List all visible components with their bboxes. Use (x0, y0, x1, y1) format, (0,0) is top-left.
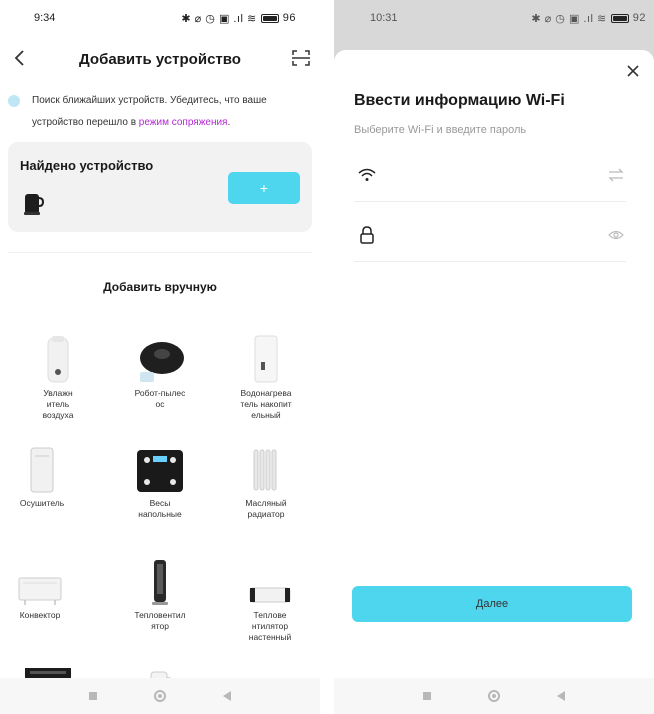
device-label: Весы напольные (138, 498, 182, 519)
found-device-title: Найдено устройство (20, 158, 154, 173)
status-icons: ✱ ⌀ ◷ ▣ .ıl ≋ 92 (531, 12, 646, 25)
device-tile-dehumidifier[interactable]: Осушитель (0, 442, 90, 509)
wifi-icon (358, 168, 376, 181)
convector-icon (18, 577, 62, 605)
status-bar: 9:34 ✱ ⌀ ◷ ▣ .ıl ≋ 96 (0, 0, 320, 36)
scale-icon (137, 450, 183, 492)
pairing-mode-link[interactable]: режим сопряжения (139, 117, 228, 128)
wifi-ssid-input[interactable] (394, 164, 594, 188)
device-label: Масляный радиатор (245, 498, 287, 519)
status-icons: ✱ ⌀ ◷ ▣ .ıl ≋ 96 (181, 12, 296, 25)
nav-back-icon[interactable] (223, 691, 232, 701)
device-label: Конвектор (19, 610, 61, 620)
humidifier-icon (47, 336, 69, 383)
next-button[interactable]: Далее (352, 586, 632, 622)
home-icon[interactable] (487, 690, 500, 702)
home-icon[interactable] (153, 690, 166, 702)
status-icons-glyphs: ✱ ⌀ ◷ ▣ .ıl ≋ (531, 12, 607, 25)
system-nav-bar (334, 678, 654, 714)
device-label: Теплове нтилятор настенный (248, 610, 292, 642)
search-text: Поиск ближайших устройств. Убедитесь, чт… (32, 90, 306, 134)
section-divider (8, 252, 312, 253)
battery-level: 96 (282, 12, 296, 24)
battery-icon (610, 13, 629, 23)
device-tile-convector[interactable]: Конвектор (0, 554, 88, 621)
scan-icon (292, 50, 310, 66)
scan-button[interactable] (288, 45, 314, 71)
battery-icon (260, 13, 279, 23)
found-kettle-icon (24, 194, 44, 215)
wall-fan-heater-icon (249, 587, 291, 603)
add-found-device-button[interactable]: + (228, 172, 300, 204)
device-tile-robot-vacuum[interactable]: Робот-пылес ос (112, 332, 208, 410)
device-label: Увлажн итель воздуха (42, 388, 74, 420)
system-nav-bar (0, 678, 320, 714)
device-tile-wall-fan-heater[interactable]: Теплове нтилятор настенный (222, 554, 318, 643)
fan-heater-icon (152, 560, 168, 605)
battery-level: 92 (632, 12, 646, 24)
wifi-password-field (354, 214, 626, 262)
device-tile-water-heater[interactable]: Водонагрева тель накопит ельный (218, 332, 314, 421)
sheet-title: Ввести информацию Wi-Fi (354, 92, 565, 109)
status-time: 9:34 (34, 12, 56, 24)
device-label: Водонагрева тель накопит ельный (240, 388, 292, 420)
device-tile-scale[interactable]: Весы напольные (112, 442, 208, 520)
recents-icon[interactable] (88, 692, 97, 700)
wifi-bottom-sheet: Ввести информацию Wi-Fi Выберите Wi-Fi и… (334, 50, 654, 714)
nav-back-icon[interactable] (557, 691, 566, 701)
recents-icon[interactable] (422, 692, 431, 700)
status-icons-glyphs: ✱ ⌀ ◷ ▣ .ıl ≋ (181, 12, 257, 25)
manual-add-title: Добавить вручную (103, 280, 217, 294)
add-device-screen: 9:34 ✱ ⌀ ◷ ▣ .ıl ≋ 96 Добавить устройств… (0, 0, 320, 714)
device-label: Робот-пылес ос (134, 388, 186, 409)
wifi-info-screen: 10:31 ✱ ⌀ ◷ ▣ .ıl ≋ 92 Ввести информацию… (334, 0, 654, 714)
status-time: 10:31 (370, 12, 398, 24)
oil-radiator-icon (253, 449, 277, 491)
device-tile-fan-heater[interactable]: Тепловентил ятор (112, 554, 208, 632)
status-bar: 10:31 ✱ ⌀ ◷ ▣ .ıl ≋ 92 (334, 0, 654, 36)
wifi-ssid-field (354, 154, 626, 202)
app-header: Добавить устройство (0, 36, 320, 82)
back-button[interactable] (6, 44, 34, 72)
dehumidifier-icon (30, 447, 54, 493)
search-text-suffix: . (227, 117, 231, 128)
search-spinner-icon (8, 95, 20, 107)
close-icon (627, 65, 639, 77)
switch-network-icon[interactable] (608, 168, 624, 182)
wifi-password-input[interactable] (394, 224, 594, 248)
water-heater-icon (254, 335, 278, 383)
device-tile-humidifier[interactable]: Увлажн итель воздуха (10, 332, 106, 421)
robot-vacuum-icon (140, 342, 184, 382)
page-title: Добавить устройство (79, 50, 241, 68)
eye-icon[interactable] (608, 228, 624, 242)
search-status: Поиск ближайших устройств. Убедитесь, чт… (0, 82, 320, 134)
close-button[interactable] (622, 60, 644, 82)
device-label: Тепловентил ятор (134, 610, 186, 631)
device-tile-oil-radiator[interactable]: Масляный радиатор (218, 442, 314, 520)
chevron-left-icon (14, 50, 24, 66)
lock-icon (360, 226, 374, 244)
found-device-card: Найдено устройство + (8, 142, 312, 232)
device-label: Осушитель (19, 498, 65, 508)
sheet-subtitle: Выберите Wi-Fi и введите пароль (354, 124, 527, 136)
